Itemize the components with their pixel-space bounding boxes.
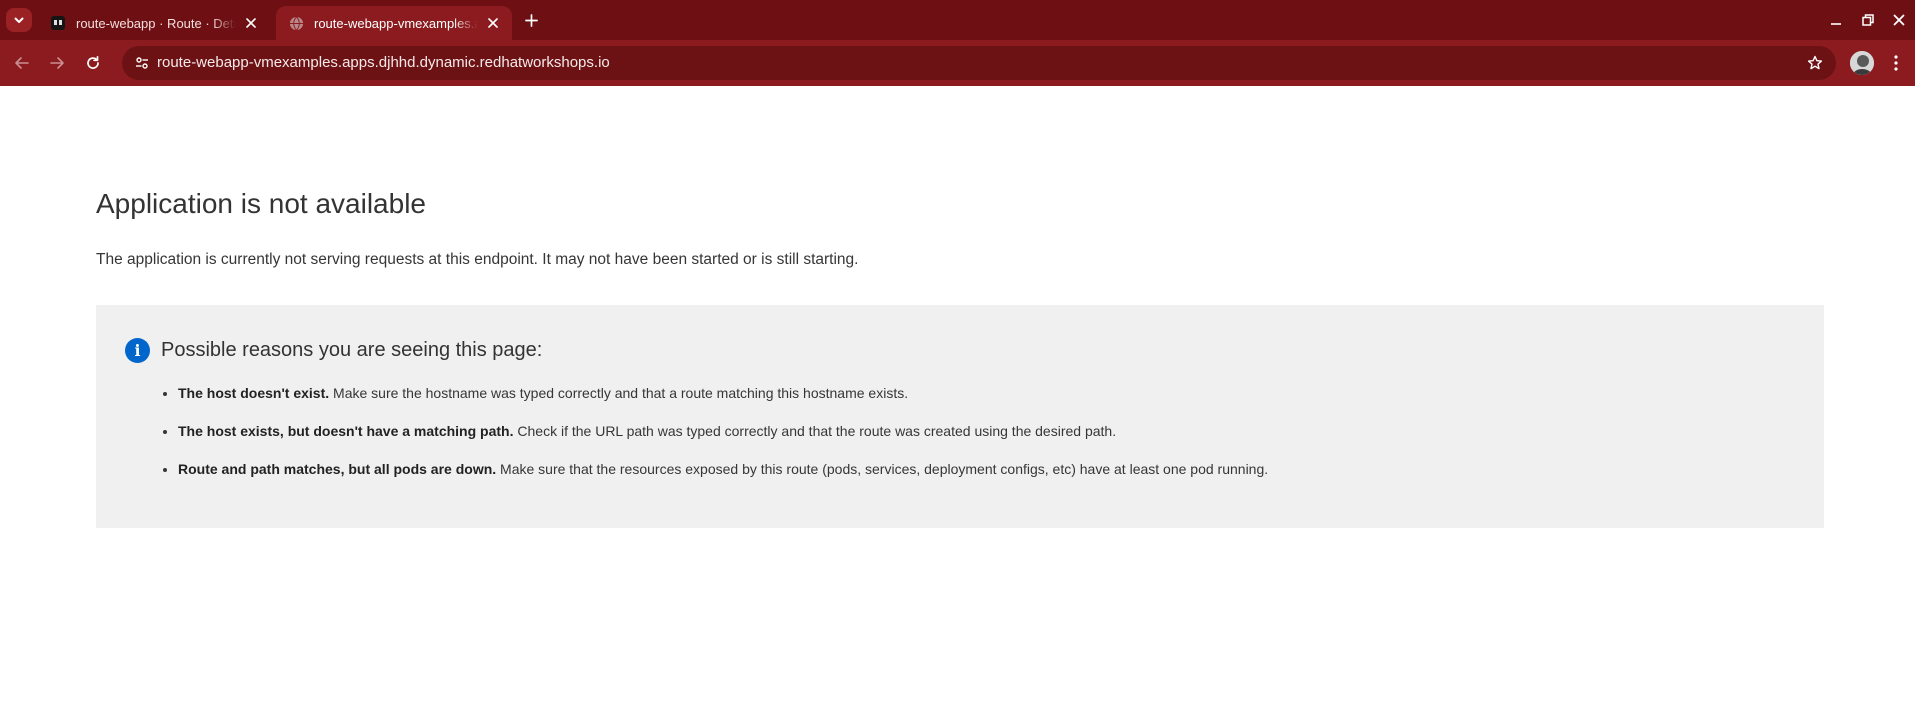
- close-tab-icon[interactable]: [484, 14, 502, 32]
- tab-strip: route-webapp · Route · Details · route-w…: [0, 0, 1915, 40]
- plus-icon: [524, 13, 538, 27]
- minimize-button[interactable]: [1824, 8, 1848, 32]
- list-item: The host exists, but doesn't have a matc…: [178, 423, 1268, 440]
- arrow-left-icon: [15, 57, 29, 69]
- tab-route-details[interactable]: route-webapp · Route · Details ·: [38, 6, 270, 40]
- reasons-heading: Possible reasons you are seeing this pag…: [161, 339, 543, 361]
- reasons-list: The host doesn't exist. Make sure the ho…: [160, 385, 1268, 499]
- page-description: The application is currently not serving…: [96, 251, 859, 268]
- page-content: Application is not available The applica…: [0, 86, 1915, 713]
- site-info-button[interactable]: [130, 51, 154, 75]
- star-icon: [1807, 55, 1823, 70]
- list-item: The host doesn't exist. Make sure the ho…: [178, 385, 1268, 402]
- tab-title: route-webapp · Route · Details ·: [76, 15, 236, 31]
- chevron-down-icon: [14, 17, 24, 23]
- reason-title: The host exists, but doesn't have a matc…: [178, 423, 514, 439]
- address-bar[interactable]: route-webapp-vmexamples.apps.djhhd.dynam…: [122, 46, 1836, 80]
- restore-icon: [1862, 14, 1874, 26]
- minimize-icon: [1831, 23, 1841, 25]
- close-window-button[interactable]: [1887, 8, 1911, 32]
- bookmark-star-button[interactable]: [1804, 52, 1826, 74]
- list-item: Route and path matches, but all pods are…: [178, 461, 1268, 478]
- reason-text: Make sure the hostname was typed correct…: [329, 385, 909, 401]
- new-tab-button[interactable]: [519, 8, 543, 32]
- reload-icon: [87, 55, 99, 69]
- browser-menu-button[interactable]: [1886, 51, 1906, 75]
- tab-title: route-webapp-vmexamples.apps.djhhd.dynam…: [314, 15, 478, 31]
- restore-button[interactable]: [1856, 8, 1880, 32]
- globe-icon: [288, 15, 304, 31]
- reason-title: Route and path matches, but all pods are…: [178, 461, 497, 477]
- close-tab-icon[interactable]: [242, 14, 260, 32]
- tune-icon: [136, 57, 148, 69]
- browser-toolbar: route-webapp-vmexamples.apps.djhhd.dynam…: [0, 40, 1915, 86]
- openshift-console-favicon-icon: [50, 15, 66, 31]
- kebab-menu-icon: [1894, 55, 1898, 71]
- back-button[interactable]: [9, 50, 35, 76]
- reload-button[interactable]: [80, 50, 106, 76]
- profile-avatar[interactable]: [1850, 51, 1874, 75]
- page-title: Application is not available: [96, 188, 426, 219]
- url-text[interactable]: route-webapp-vmexamples.apps.djhhd.dynam…: [157, 46, 610, 80]
- tab-route-webapp[interactable]: route-webapp-vmexamples.apps.djhhd.dynam…: [276, 6, 512, 40]
- arrow-right-icon: [50, 57, 64, 69]
- possible-reasons-panel: i Possible reasons you are seeing this p…: [96, 305, 1824, 528]
- reason-text: Make sure that the resources exposed by …: [496, 461, 1269, 477]
- close-icon: [1893, 14, 1905, 26]
- reason-title: The host doesn't exist.: [178, 385, 330, 401]
- info-icon: i: [125, 338, 150, 363]
- tab-search-button[interactable]: [6, 8, 32, 32]
- forward-button[interactable]: [44, 50, 70, 76]
- avatar-icon: [1850, 51, 1874, 75]
- reason-text: Check if the URL path was typed correctl…: [513, 423, 1117, 439]
